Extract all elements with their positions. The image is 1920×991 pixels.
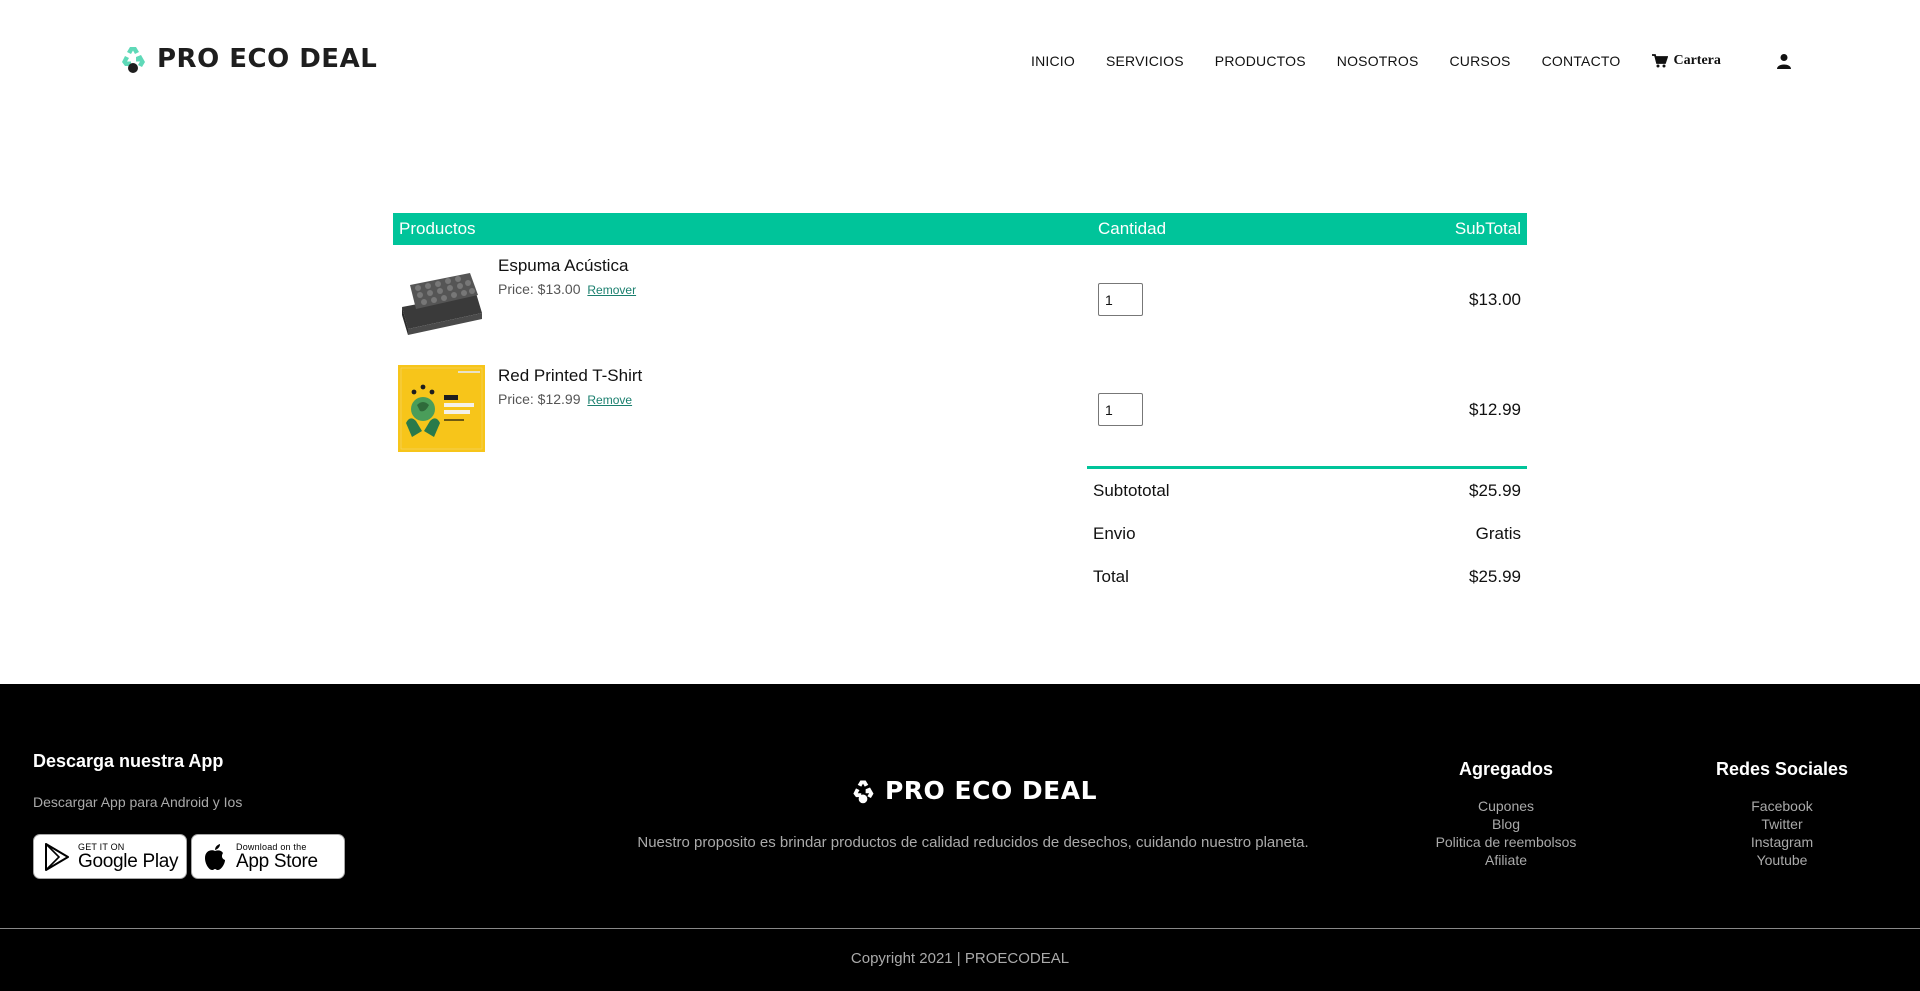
nav-inicio[interactable]: INICIO	[1031, 53, 1075, 69]
header-products: Productos	[399, 219, 476, 238]
site-header: PRO ECO DEAL INICIO SERVICIOS PRODUCTOS …	[0, 0, 1920, 125]
google-play-text: GET IT ON Google Play	[78, 842, 179, 872]
footer-purpose: Nuestro proposito es brindar productos d…	[637, 833, 1309, 851]
acoustic-foam-image	[398, 255, 485, 342]
nav-cart[interactable]: Cartera	[1652, 53, 1721, 69]
totals-value: $25.99	[1469, 566, 1521, 586]
totals-subtotal-row: Subtototal $25.99	[1087, 469, 1527, 512]
app-store-text: Download on the App Store	[236, 842, 318, 872]
shopping-cart-icon	[1652, 54, 1669, 68]
main-nav: INICIO SERVICIOS PRODUCTOS NOSOTROS CURS…	[1031, 53, 1721, 69]
product-price-line: Price: $12.99 Remove	[498, 391, 632, 407]
nav-contacto[interactable]: CONTACTO	[1542, 53, 1621, 69]
header-subtotal: SubTotal	[1454, 219, 1521, 238]
user-icon[interactable]	[1777, 53, 1791, 69]
row-subtotal: $12.99	[1469, 400, 1521, 419]
quantity-input[interactable]	[1098, 283, 1143, 316]
link-youtube[interactable]: Youtube	[1682, 851, 1882, 869]
totals-value: Gratis	[1475, 523, 1521, 543]
cart-row: Red Printed T-Shirt Price: $12.99 Remove…	[393, 355, 1527, 465]
nav-nosotros[interactable]: NOSOTROS	[1337, 53, 1419, 69]
totals-label: Envio	[1093, 523, 1136, 543]
brand-logo[interactable]: PRO ECO DEAL	[117, 44, 377, 74]
copyright: Copyright 2021 | PROECODEAL	[850, 950, 1070, 967]
header-quantity: Cantidad	[1098, 219, 1167, 238]
redes-title: Redes Sociales	[1715, 759, 1849, 779]
footer-center: PRO ECO DEAL Nuestro proposito es brinda…	[560, 776, 1386, 851]
cart-table: Productos Cantidad SubTotal Espuma Acúst…	[393, 213, 1527, 586]
nav-cursos[interactable]: CURSOS	[1450, 53, 1511, 69]
nav-productos[interactable]: PRODUCTOS	[1215, 53, 1306, 69]
footer-logo[interactable]: PRO ECO DEAL	[849, 776, 1097, 805]
link-cupones[interactable]: Cupones	[1406, 797, 1606, 815]
cart-header: Productos Cantidad SubTotal	[393, 213, 1527, 245]
link-afiliate[interactable]: Afiliate	[1406, 851, 1606, 869]
footer-redes-sociales: Redes Sociales Facebook Twitter Instagra…	[1682, 759, 1882, 869]
link-instagram[interactable]: Instagram	[1682, 833, 1882, 851]
nav-cart-label: Cartera	[1673, 53, 1721, 68]
google-play-button[interactable]: GET IT ON Google Play	[33, 834, 187, 879]
cart-row: Espuma Acústica Price: $13.00 Remover $1…	[393, 245, 1527, 355]
footer-divider	[0, 928, 1920, 929]
app-title: Descarga nuestra App	[33, 751, 224, 771]
remove-link[interactable]: Remove	[587, 393, 632, 407]
site-footer: Descarga nuestra App Descargar App para …	[0, 684, 1920, 991]
agregados-title: Agregados	[1458, 759, 1554, 779]
totals-total-row: Total $25.99	[1087, 555, 1527, 598]
totals-label: Total	[1093, 566, 1129, 586]
recycle-icon	[853, 780, 874, 803]
quantity-input[interactable]	[1098, 393, 1143, 426]
apple-icon	[205, 843, 225, 870]
row-subtotal: $13.00	[1469, 290, 1521, 309]
link-reembolsos[interactable]: Politica de reembolsos	[1406, 833, 1606, 851]
app-store-big: App Store	[236, 850, 318, 872]
recycle-icon	[122, 47, 145, 73]
google-play-big: Google Play	[78, 850, 179, 872]
footer-agregados: Agregados Cupones Blog Politica de reemb…	[1406, 759, 1606, 869]
product-name: Espuma Acústica	[498, 256, 629, 275]
link-twitter[interactable]: Twitter	[1682, 815, 1882, 833]
nav-servicios[interactable]: SERVICIOS	[1106, 53, 1184, 69]
product-price: Price: $12.99	[498, 391, 581, 407]
product-price: Price: $13.00	[498, 281, 581, 297]
brand-name: PRO ECO DEAL	[157, 44, 378, 74]
app-store-button[interactable]: Download on the App Store	[191, 834, 345, 879]
eco-poster-image	[398, 365, 485, 452]
remove-link[interactable]: Remover	[587, 283, 636, 297]
footer-brand-name: PRO ECO DEAL	[884, 776, 1098, 805]
totals-shipping-row: Envio Gratis	[1087, 512, 1527, 555]
link-facebook[interactable]: Facebook	[1682, 797, 1882, 815]
product-price-line: Price: $13.00 Remover	[498, 281, 636, 297]
cart-totals: Subtototal $25.99 Envio Gratis Total $25…	[1087, 466, 1527, 598]
totals-label: Subtototal	[1093, 480, 1170, 500]
totals-value: $25.99	[1469, 480, 1521, 500]
link-blog[interactable]: Blog	[1406, 815, 1606, 833]
product-name: Red Printed T-Shirt	[498, 366, 643, 385]
app-description: Descargar App para Android y Ios	[33, 794, 243, 810]
google-play-icon	[45, 842, 69, 871]
